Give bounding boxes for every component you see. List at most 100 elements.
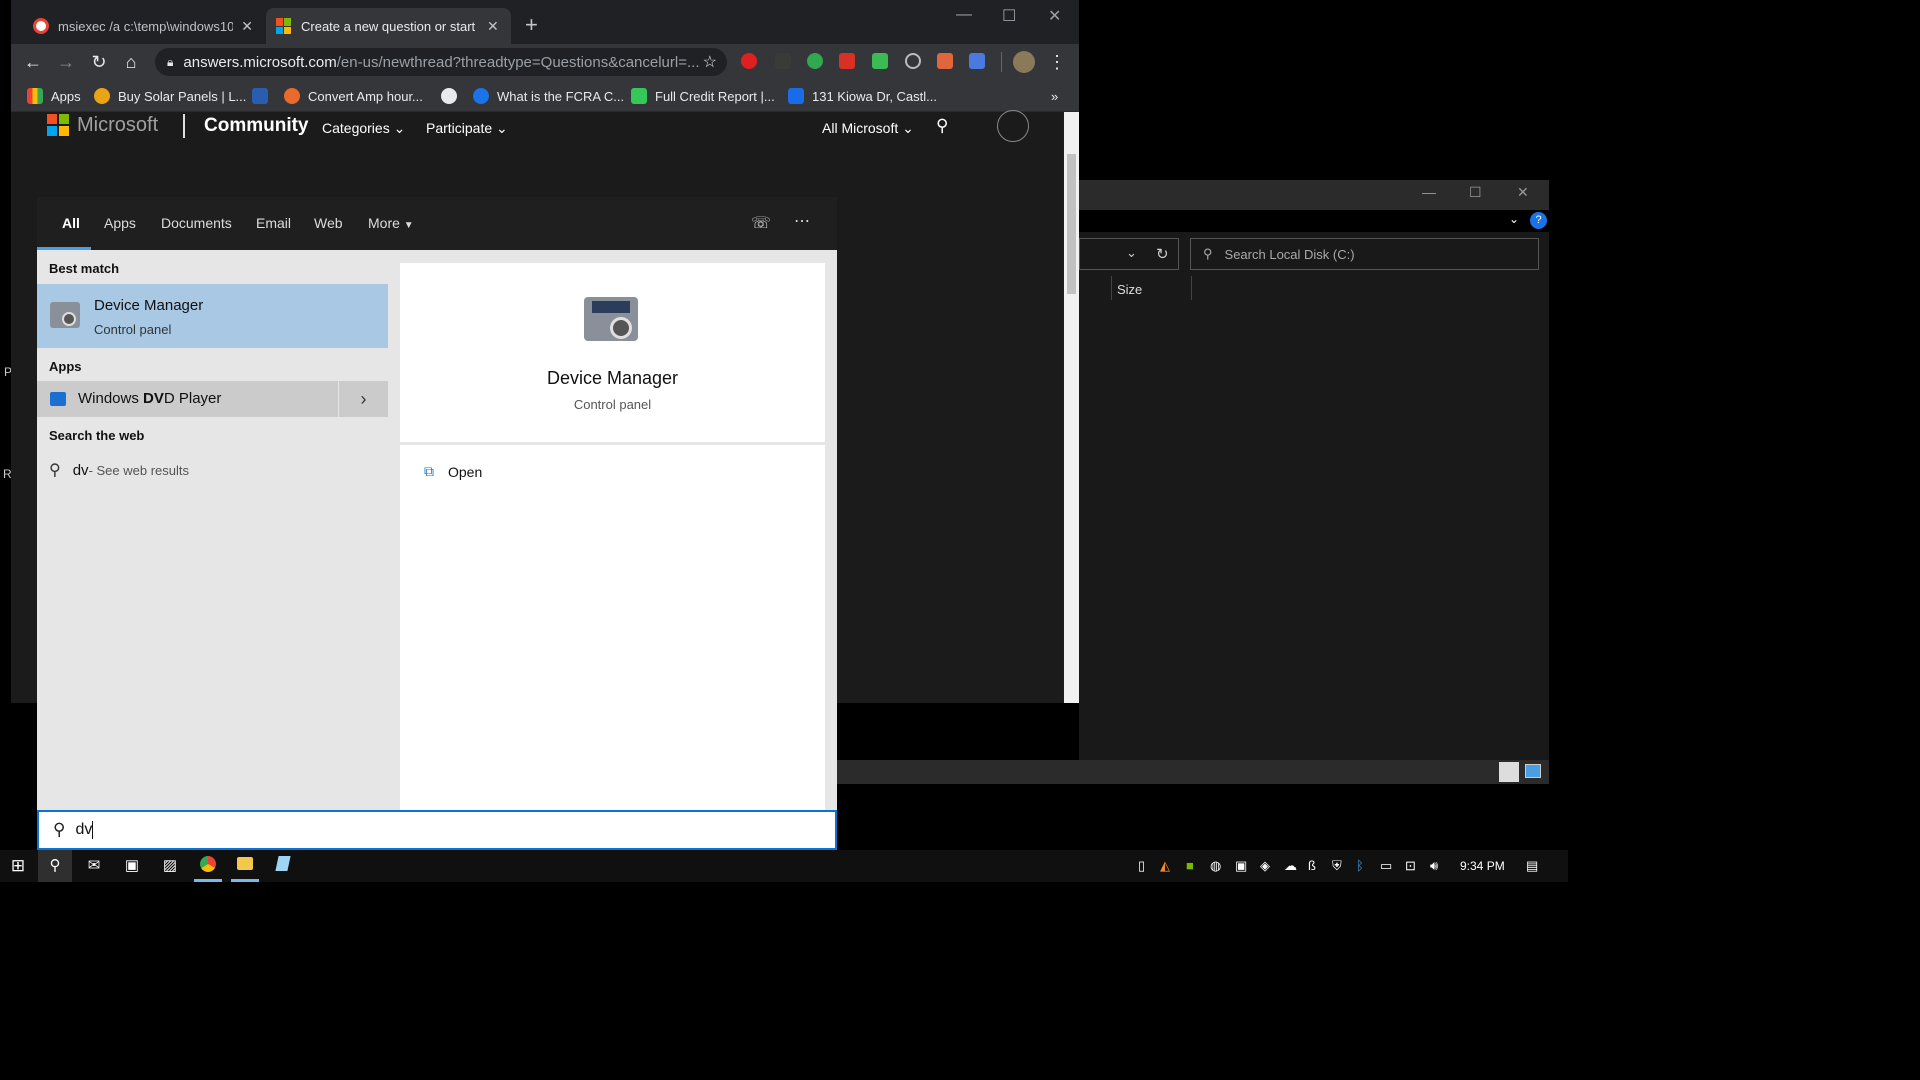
file-explorer-icon[interactable]: [235, 856, 255, 876]
chrome-menu-icon[interactable]: ⋮: [1045, 50, 1069, 74]
bookmark-star-icon[interactable]: ☆: [703, 52, 717, 72]
address-bar[interactable]: 🔒︎ answers.microsoft.com /en-us/newthrea…: [155, 48, 727, 76]
battery-icon[interactable]: ▭: [1380, 858, 1392, 874]
chrome-tray-icon[interactable]: ◍: [1210, 858, 1221, 874]
action-center-icon[interactable]: ▤: [1526, 858, 1538, 874]
bluetooth-icon[interactable]: ᛒ: [1356, 858, 1364, 873]
taskbar-search-icon[interactable]: ⚲: [45, 856, 65, 876]
tray-app-icon[interactable]: ß: [1308, 858, 1316, 873]
explorer-minimize-button[interactable]: —: [1422, 184, 1436, 200]
caret-down-icon: ▼: [403, 220, 414, 231]
browser-toolbar: ← → ↻ ⌂ 🔒︎ answers.microsoft.com /en-us/…: [11, 44, 1079, 80]
microsoft-favicon-icon: [276, 18, 292, 34]
page-scrollbar[interactable]: [1064, 112, 1079, 703]
tray-app-icon[interactable]: ◈: [1260, 858, 1270, 874]
gallery-icon[interactable]: ▨: [160, 856, 180, 876]
bookmark-solar-panels[interactable]: Buy Solar Panels | L...: [94, 87, 246, 105]
ribbon-expand-icon[interactable]: ⌄: [1509, 212, 1519, 226]
bookmark-untitled[interactable]: [252, 87, 276, 105]
tab-more[interactable]: More ▼: [368, 215, 414, 231]
best-match-device-manager[interactable]: Device Manager Control panel: [37, 284, 388, 348]
back-button[interactable]: ←: [21, 50, 45, 74]
circle-extension-icon[interactable]: [905, 53, 921, 69]
bookmark-convert-amp[interactable]: Convert Amp hour...: [284, 87, 423, 105]
reload-button[interactable]: ↻: [87, 50, 111, 74]
scrollbar-thumb[interactable]: [1067, 154, 1076, 294]
taskbar: ⊞ ⚲ ✉ ▣ ▨ ▯ ◭ ■ ◍ ▣ ◈ ☁ ß ⛨ ᛒ ▭ ⊡ 🔊︎ 9:3…: [0, 850, 1568, 882]
download-extension-icon[interactable]: [872, 53, 888, 69]
running-indicator: [231, 879, 259, 882]
microsoft-wordmark[interactable]: Microsoft: [77, 114, 158, 137]
tab-msiexec[interactable]: msiexec /a c:\temp\windows10.0 ✕: [23, 8, 263, 44]
app-icon[interactable]: [273, 856, 293, 876]
tab-all[interactable]: All: [62, 215, 80, 231]
bookmark-fcra[interactable]: What is the FCRA C...: [473, 87, 624, 105]
bookmark-globe[interactable]: [441, 87, 465, 105]
site-profile-icon[interactable]: [997, 110, 1029, 142]
extension-icon[interactable]: [839, 53, 855, 69]
photos-icon[interactable]: ▣: [122, 856, 142, 876]
extension-icon[interactable]: [937, 53, 953, 69]
more-options-icon[interactable]: ⋯: [794, 211, 810, 231]
open-action[interactable]: ⧉ Open: [424, 463, 482, 480]
extension-icon[interactable]: [775, 53, 791, 69]
forward-button[interactable]: →: [54, 50, 78, 74]
explorer-address-bar[interactable]: ⌄ ↻: [1079, 238, 1179, 270]
column-header-size[interactable]: Size: [1117, 282, 1142, 297]
address-dropdown-icon[interactable]: ⌄: [1126, 245, 1137, 261]
bookmark-credit-report[interactable]: Full Credit Report |...: [631, 87, 775, 105]
search-box[interactable]: ⚲ dv: [37, 810, 837, 850]
participate-menu[interactable]: Participate ⌄: [426, 120, 508, 137]
extension-icon[interactable]: [969, 53, 985, 69]
help-icon[interactable]: ?: [1530, 212, 1547, 229]
home-button[interactable]: ⌂: [119, 50, 143, 74]
tray-app-icon[interactable]: ◭: [1160, 858, 1170, 874]
result-windows-dvd-player[interactable]: Windows DVD Player: [37, 381, 338, 417]
extension-icon[interactable]: [807, 53, 823, 69]
bookmark-kiowa[interactable]: 131 Kiowa Dr, Castl...: [788, 87, 937, 105]
explorer-search-field[interactable]: ⚲ Search Local Disk (C:): [1190, 238, 1539, 270]
tab-email[interactable]: Email: [256, 215, 291, 231]
profile-avatar[interactable]: [1013, 51, 1035, 73]
expand-arrow-icon[interactable]: ›: [339, 381, 388, 417]
maximize-button[interactable]: ☐: [1002, 6, 1016, 26]
clock[interactable]: 9:34 PM: [1460, 859, 1505, 873]
volume-icon[interactable]: 🔊︎: [1430, 858, 1438, 874]
large-icons-view-icon[interactable]: [1525, 764, 1541, 778]
tab-web[interactable]: Web: [314, 215, 343, 231]
minimize-button[interactable]: —: [956, 6, 972, 24]
web-result[interactable]: ⚲ dv - See web results: [49, 458, 379, 482]
ublock-extension-icon[interactable]: [741, 53, 757, 69]
all-microsoft-menu[interactable]: All Microsoft ⌄: [822, 120, 914, 137]
refresh-icon[interactable]: ↻: [1156, 245, 1169, 263]
tray-app-icon[interactable]: ▣: [1235, 858, 1247, 874]
new-tab-button[interactable]: +: [525, 12, 538, 38]
usb-icon[interactable]: ▯: [1138, 858, 1145, 874]
details-view-icon[interactable]: [1499, 762, 1519, 782]
bookmark-apps[interactable]: Apps: [27, 87, 81, 105]
tab-more-label: More: [368, 215, 400, 231]
community-link[interactable]: Community: [204, 115, 309, 137]
close-tab-icon[interactable]: ✕: [241, 18, 253, 35]
nvidia-icon[interactable]: ■: [1186, 858, 1194, 873]
explorer-maximize-button[interactable]: ☐: [1469, 184, 1482, 201]
network-icon[interactable]: ⊡: [1405, 858, 1416, 874]
onedrive-icon[interactable]: ☁: [1284, 858, 1297, 874]
site-search-icon[interactable]: ⚲: [936, 116, 948, 136]
tab-documents[interactable]: Documents: [161, 215, 232, 231]
tab-create-question[interactable]: Create a new question or start a ✕: [266, 8, 511, 44]
explorer-close-button[interactable]: ✕: [1517, 184, 1529, 201]
feedback-icon[interactable]: ☏: [751, 213, 771, 233]
start-button-windows-icon[interactable]: ⊞: [8, 856, 28, 876]
mail-icon[interactable]: ✉: [84, 856, 104, 876]
search-query-text[interactable]: dv: [75, 821, 92, 839]
tab-apps[interactable]: Apps: [104, 215, 136, 231]
categories-menu[interactable]: Categories ⌄: [322, 120, 405, 137]
microsoft-logo[interactable]: [47, 114, 69, 136]
best-match-header: Best match: [49, 261, 120, 276]
defender-shield-icon[interactable]: ⛨: [1332, 858, 1342, 874]
bookmarks-overflow-button[interactable]: »: [1051, 87, 1058, 105]
chrome-taskbar-icon[interactable]: [198, 856, 218, 876]
close-window-button[interactable]: ✕: [1048, 6, 1061, 26]
close-tab-icon[interactable]: ✕: [487, 18, 499, 35]
